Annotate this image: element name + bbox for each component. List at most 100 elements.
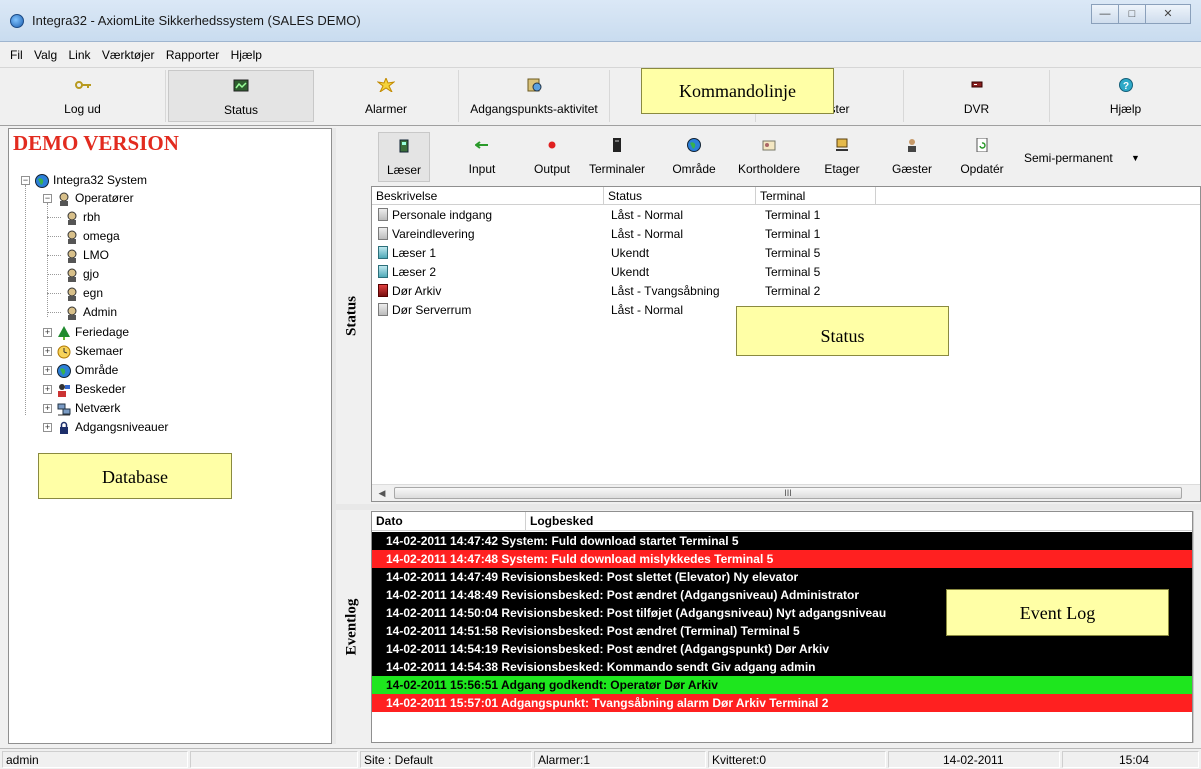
row-terminal: Terminal 2	[765, 284, 821, 298]
scroll-left-icon[interactable]: ◀	[375, 487, 389, 499]
dvr-icon	[971, 81, 982, 88]
door-icon	[378, 246, 388, 259]
floors-button[interactable]: Etager	[812, 132, 872, 182]
log-row[interactable]: 14-02-2011 14:47:48 System: Fuld downloa…	[372, 550, 1192, 568]
guests-label: Gæster	[891, 162, 932, 176]
statusbar-user: admin	[2, 751, 188, 768]
status-row[interactable]: Personale indgang Låst - Normal Terminal…	[372, 206, 1200, 225]
tree-operator-egn[interactable]: egn	[65, 284, 103, 302]
alarms-label: Alarmer	[364, 102, 407, 116]
row-terminal: Terminal 5	[765, 265, 821, 279]
reader-icon	[399, 139, 409, 153]
tree-skemaer[interactable]: + Skemaer	[39, 342, 123, 360]
menu-rapporter[interactable]: Rapporter	[162, 42, 223, 68]
readers-button[interactable]: Læser	[378, 132, 430, 182]
tree-operator-label: rbh	[83, 210, 101, 224]
mode-select[interactable]: Semi-permanent ▼	[1024, 148, 1150, 168]
row-desc: Læser 2	[392, 265, 437, 279]
logout-button[interactable]: Log ud	[0, 70, 166, 122]
output-icon	[548, 141, 556, 149]
tree-operators-label: Operatører	[75, 191, 134, 205]
menu-link[interactable]: Link	[65, 42, 95, 68]
column-terminal[interactable]: Terminal	[756, 187, 876, 205]
row-status: Ukendt	[611, 265, 650, 279]
cardholder-icon	[762, 140, 776, 151]
output-button[interactable]: Output	[522, 132, 582, 182]
column-dato[interactable]: Dato	[372, 512, 526, 531]
event-log-vscrollbar[interactable]	[1193, 511, 1201, 743]
log-row[interactable]: 14-02-2011 14:47:49 Revisionsbesked: Pos…	[372, 568, 1192, 586]
tree-adgangsniveauer[interactable]: + Adgangsniveauer	[39, 418, 168, 436]
maximize-button[interactable]: □	[1118, 4, 1146, 24]
callout-kommandolinje: Kommandolinje	[641, 68, 834, 114]
area-button[interactable]: Område	[664, 132, 724, 182]
log-row[interactable]: 14-02-2011 15:57:01 Adgangspunkt: Tvangs…	[372, 694, 1192, 712]
tree-operator-omega[interactable]: omega	[65, 227, 120, 245]
tree-group-label: Feriedage	[75, 325, 130, 339]
tree-netvaerk[interactable]: + Netværk	[39, 399, 120, 417]
tree-group-label: Adgangsniveauer	[75, 420, 169, 434]
help-button[interactable]: ? Hjælp	[1050, 70, 1201, 122]
window-controls: — □ ✕	[1091, 4, 1191, 24]
tree-operator-rbh[interactable]: rbh	[65, 208, 100, 226]
menu-vaerktoejer[interactable]: Værktøjer	[98, 42, 159, 68]
minimize-button[interactable]: —	[1091, 4, 1119, 24]
tree-beskeder[interactable]: + Beskeder	[39, 380, 126, 398]
row-desc: Dør Arkiv	[392, 284, 442, 298]
row-desc: Læser 1	[392, 246, 437, 260]
dvr-button[interactable]: DVR	[904, 70, 1050, 122]
row-terminal: Terminal 1	[765, 227, 821, 241]
scroll-thumb[interactable]: III	[394, 487, 1182, 499]
terminals-label: Terminaler	[588, 162, 645, 176]
tree-operator-label: Admin	[83, 305, 118, 319]
menu-fil[interactable]: Fil	[6, 42, 27, 68]
vertical-splitter[interactable]	[332, 128, 336, 744]
log-row[interactable]: 14-02-2011 14:54:38 Revisionsbesked: Kom…	[372, 658, 1192, 676]
menu-hjaelp[interactable]: Hjælp	[227, 42, 266, 68]
alarms-button[interactable]: Alarmer	[314, 70, 459, 122]
status-bar: admin Site : Default Alarmer:1 Kvitteret…	[0, 748, 1201, 769]
operator-icon	[67, 306, 77, 320]
statusbar-alarms: Alarmer:1	[534, 751, 706, 768]
status-list-hscrollbar[interactable]: ◀ III	[372, 484, 1200, 501]
status-row[interactable]: Læser 1 Ukendt Terminal 5	[372, 244, 1200, 263]
cardholders-button[interactable]: Kortholdere	[732, 132, 806, 182]
tree-operator-gjo[interactable]: gjo	[65, 265, 99, 283]
tree-operators[interactable]: − Operatører	[39, 189, 134, 207]
network-icon	[57, 403, 71, 416]
row-desc: Personale indgang	[392, 208, 493, 222]
horizontal-splitter[interactable]	[336, 504, 1201, 510]
column-logbesked[interactable]: Logbesked	[526, 512, 1194, 531]
tree-group-label: Område	[75, 363, 119, 377]
guests-button[interactable]: Gæster	[882, 132, 942, 182]
tree-group-label: Beskeder	[75, 382, 126, 396]
globe-icon	[35, 173, 49, 188]
column-beskrivelse[interactable]: Beskrivelse	[372, 187, 604, 205]
messages-icon	[58, 383, 70, 397]
status-row[interactable]: Læser 2 Ukendt Terminal 5	[372, 263, 1200, 282]
log-row[interactable]: 14-02-2011 14:54:19 Revisionsbesked: Pos…	[372, 640, 1192, 658]
tree-operator-admin[interactable]: Admin	[65, 303, 117, 321]
access-activity-button[interactable]: Adgangspunkts-aktivitet	[459, 70, 610, 122]
status-button[interactable]: Status	[168, 70, 314, 122]
close-button[interactable]: ✕	[1145, 4, 1191, 24]
status-label: Status	[223, 103, 259, 117]
refresh-button[interactable]: Opdatér	[952, 132, 1012, 182]
column-status[interactable]: Status	[604, 187, 756, 205]
door-icon	[378, 227, 388, 240]
log-row[interactable]: 14-02-2011 14:47:42 System: Fuld downloa…	[372, 532, 1192, 550]
terminals-button[interactable]: Terminaler	[584, 132, 650, 182]
status-row[interactable]: Vareindlevering Låst - Normal Terminal 1	[372, 225, 1200, 244]
operator-icon	[67, 268, 77, 282]
tree-operator-lmo[interactable]: LMO	[65, 246, 109, 264]
monitor-icon	[233, 79, 249, 92]
floors-icon	[836, 138, 848, 151]
log-row[interactable]: 14-02-2011 15:56:51 Adgang godkendt: Ope…	[372, 676, 1192, 694]
row-status: Låst - Normal	[611, 303, 684, 317]
tree-root[interactable]: − Integra32 System	[17, 171, 147, 189]
tree-feriedage[interactable]: + Feriedage	[39, 323, 129, 341]
menu-valg[interactable]: Valg	[30, 42, 61, 68]
tree-omraade[interactable]: + Område	[39, 361, 118, 379]
input-button[interactable]: Input	[452, 132, 512, 182]
status-row[interactable]: Dør Arkiv Låst - Tvangsåbning Terminal 2	[372, 282, 1200, 301]
